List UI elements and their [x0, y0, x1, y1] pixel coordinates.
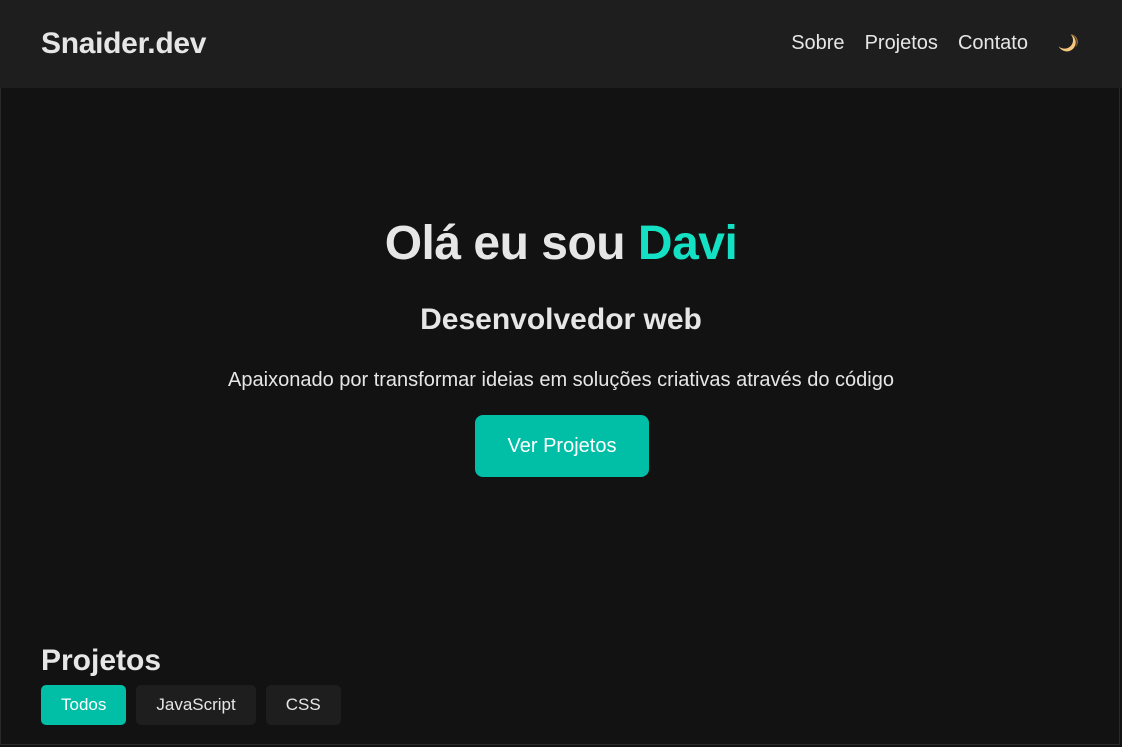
- nav-link-sobre[interactable]: Sobre: [791, 28, 844, 58]
- hero-description: Apaixonado por transformar ideias em sol…: [228, 369, 894, 391]
- ver-projetos-button[interactable]: Ver Projetos: [475, 415, 649, 477]
- nav-link-projetos[interactable]: Projetos: [865, 28, 938, 58]
- project-filters: Todos JavaScript CSS: [41, 685, 341, 725]
- filter-css-button[interactable]: CSS: [265, 685, 341, 725]
- projects-section-title: Projetos: [41, 644, 162, 677]
- hero-title-name: Davi: [637, 217, 738, 270]
- hero-subtitle: Desenvolvedor web: [420, 303, 702, 336]
- moon-icon: [1058, 34, 1078, 52]
- main-nav: Sobre Projetos Contato: [791, 28, 1080, 58]
- site-header: Snaider.dev Sobre Projetos Contato: [0, 0, 1122, 88]
- hero-title-prefix: Olá eu sou: [384, 217, 638, 270]
- hero-title: Olá eu sou Davi: [0, 214, 1122, 274]
- site-logo[interactable]: Snaider.dev: [41, 26, 206, 62]
- theme-toggle-button[interactable]: [1054, 28, 1080, 58]
- nav-link-contato[interactable]: Contato: [958, 28, 1028, 58]
- filter-javascript-button[interactable]: JavaScript: [136, 685, 256, 725]
- filter-todos-button[interactable]: Todos: [41, 685, 127, 725]
